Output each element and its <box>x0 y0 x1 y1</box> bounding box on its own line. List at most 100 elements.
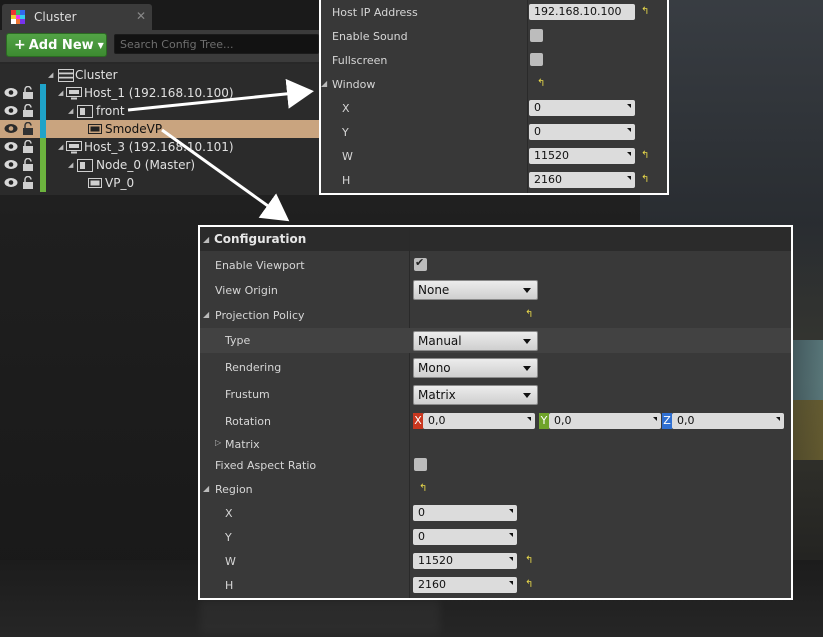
drag-handle-icon[interactable] <box>509 533 513 537</box>
expand-arrow-icon[interactable]: ◢ <box>68 161 73 169</box>
search-input[interactable] <box>115 35 318 53</box>
window-w-input[interactable]: 11520 <box>529 148 635 164</box>
drag-handle-icon[interactable] <box>627 104 631 108</box>
view-origin-row: View Origin None <box>200 278 791 303</box>
window-y-row: Y 0 <box>321 120 667 144</box>
drag-handle-icon[interactable] <box>776 417 780 421</box>
enable-sound-checkbox[interactable] <box>530 29 543 42</box>
cluster-icon <box>58 69 74 82</box>
lock-icon[interactable] <box>22 158 34 172</box>
lock-icon[interactable] <box>22 176 34 190</box>
expand-arrow-icon[interactable]: ◢ <box>58 89 63 97</box>
region-w-input[interactable]: 11520 <box>413 553 517 569</box>
reset-to-default-icon[interactable]: ↰ <box>525 309 533 320</box>
tree-row-host-1[interactable]: ◢ Host_1 (192.168.10.100) <box>0 84 322 102</box>
region-h-input[interactable]: 2160 <box>413 577 517 593</box>
drag-handle-icon[interactable] <box>509 557 513 561</box>
z-axis-tag: Z <box>662 413 672 429</box>
collapse-arrow-icon[interactable]: ◢ <box>203 484 209 493</box>
window-x-input[interactable]: 0 <box>529 100 635 116</box>
region-y-value: 0 <box>418 530 425 543</box>
type-dropdown[interactable]: Manual <box>413 331 538 351</box>
drag-handle-icon[interactable] <box>627 128 631 132</box>
fullscreen-checkbox[interactable] <box>530 53 543 66</box>
window-h-label: H <box>342 174 351 187</box>
window-x-value: 0 <box>534 101 541 114</box>
tree-row-vp-0[interactable]: VP_0 <box>0 174 322 192</box>
enable-viewport-checkbox[interactable] <box>414 256 427 271</box>
tree-row-cluster[interactable]: ◢ Cluster <box>0 66 322 84</box>
window-h-row: H 2160 ↰ <box>321 168 667 192</box>
tree-row-host-3[interactable]: ◢ Host_3 (192.168.10.101) <box>0 138 322 156</box>
tree-row-smodevp[interactable]: SmodeVP <box>0 120 322 138</box>
collapse-arrow-icon[interactable]: ◢ <box>203 235 209 244</box>
eye-icon[interactable] <box>4 87 18 98</box>
drag-handle-icon[interactable] <box>509 581 513 585</box>
region-x-input[interactable]: 0 <box>413 505 517 521</box>
drag-handle-icon[interactable] <box>527 417 531 421</box>
region-h-row: H 2160 ↰ <box>200 573 791 598</box>
drag-handle-icon[interactable] <box>627 176 631 180</box>
frustum-dropdown[interactable]: Matrix <box>413 385 538 405</box>
cluster-tab-icon <box>11 10 25 24</box>
host-ip-row: Host IP Address 192.168.10.100 ↰ <box>321 0 667 24</box>
region-y-input[interactable]: 0 <box>413 529 517 545</box>
eye-icon[interactable] <box>4 105 18 116</box>
add-new-label: Add New <box>28 37 94 53</box>
host-color-bar <box>40 84 46 102</box>
region-w-value: 11520 <box>418 554 453 567</box>
view-origin-label: View Origin <box>215 284 278 297</box>
fixed-aspect-label: Fixed Aspect Ratio <box>215 459 317 472</box>
viewport-scene-detail <box>790 400 823 460</box>
lock-icon[interactable] <box>22 122 34 136</box>
lock-icon[interactable] <box>22 104 34 118</box>
tree-row-node-0[interactable]: ◢ Node_0 (Master) <box>0 156 322 174</box>
window-h-input[interactable]: 2160 <box>529 172 635 188</box>
rotation-x-input[interactable]: 0,0 <box>423 413 535 429</box>
rendering-dropdown[interactable]: Mono <box>413 358 538 378</box>
chevron-down-icon <box>523 393 531 398</box>
collapse-arrow-icon[interactable]: ◢ <box>321 79 327 88</box>
drag-handle-icon[interactable] <box>653 417 657 421</box>
expand-arrow-icon[interactable]: ◢ <box>48 71 53 79</box>
tab-cluster[interactable]: Cluster ✕ <box>2 4 152 30</box>
lock-icon[interactable] <box>22 140 34 154</box>
viewport-icon <box>88 124 102 134</box>
close-icon[interactable]: ✕ <box>136 9 146 23</box>
reset-to-default-icon[interactable]: ↰ <box>641 150 649 161</box>
window-y-value: 0 <box>534 125 541 138</box>
eye-icon[interactable] <box>4 177 18 188</box>
monitor-icon <box>66 141 82 154</box>
reset-to-default-icon[interactable]: ↰ <box>419 483 427 494</box>
window-y-input[interactable]: 0 <box>529 124 635 140</box>
eye-icon[interactable] <box>4 159 18 170</box>
type-label: Type <box>225 334 251 347</box>
add-new-button[interactable]: + Add New ▼ <box>6 33 107 57</box>
collapse-arrow-icon[interactable]: ◢ <box>203 310 209 319</box>
search-config-tree[interactable] <box>114 34 319 54</box>
window-w-value: 11520 <box>534 149 569 162</box>
eye-icon[interactable] <box>4 123 18 134</box>
fixed-aspect-checkbox[interactable] <box>414 458 427 471</box>
lock-icon[interactable] <box>22 86 34 100</box>
rotation-z-input[interactable]: 0,0 <box>672 413 784 429</box>
tree-row-front[interactable]: ◢ front <box>0 102 322 120</box>
enable-viewport-row: Enable Viewport <box>200 253 791 278</box>
eye-icon[interactable] <box>4 141 18 152</box>
host-ip-input[interactable]: 192.168.10.100 <box>529 4 635 20</box>
drag-handle-icon[interactable] <box>627 152 631 156</box>
expand-arrow-icon[interactable]: ◢ <box>58 143 63 151</box>
expand-arrow-icon[interactable]: ◢ <box>68 107 73 115</box>
drag-handle-icon[interactable] <box>509 509 513 513</box>
projection-policy-label: Projection Policy <box>215 309 305 322</box>
configuration-header[interactable]: ◢ Configuration <box>200 227 791 251</box>
projection-policy-row: ◢ Projection Policy ↰ <box>200 303 791 328</box>
reset-to-default-icon[interactable]: ↰ <box>641 6 649 17</box>
rotation-y-input[interactable]: 0,0 <box>549 413 661 429</box>
reset-to-default-icon[interactable]: ↰ <box>641 174 649 185</box>
reset-to-default-icon[interactable]: ↰ <box>525 555 533 566</box>
reset-to-default-icon[interactable]: ↰ <box>537 78 545 89</box>
view-origin-dropdown[interactable]: None <box>413 280 538 300</box>
expand-arrow-icon[interactable]: ▷ <box>215 438 221 447</box>
reset-to-default-icon[interactable]: ↰ <box>525 579 533 590</box>
